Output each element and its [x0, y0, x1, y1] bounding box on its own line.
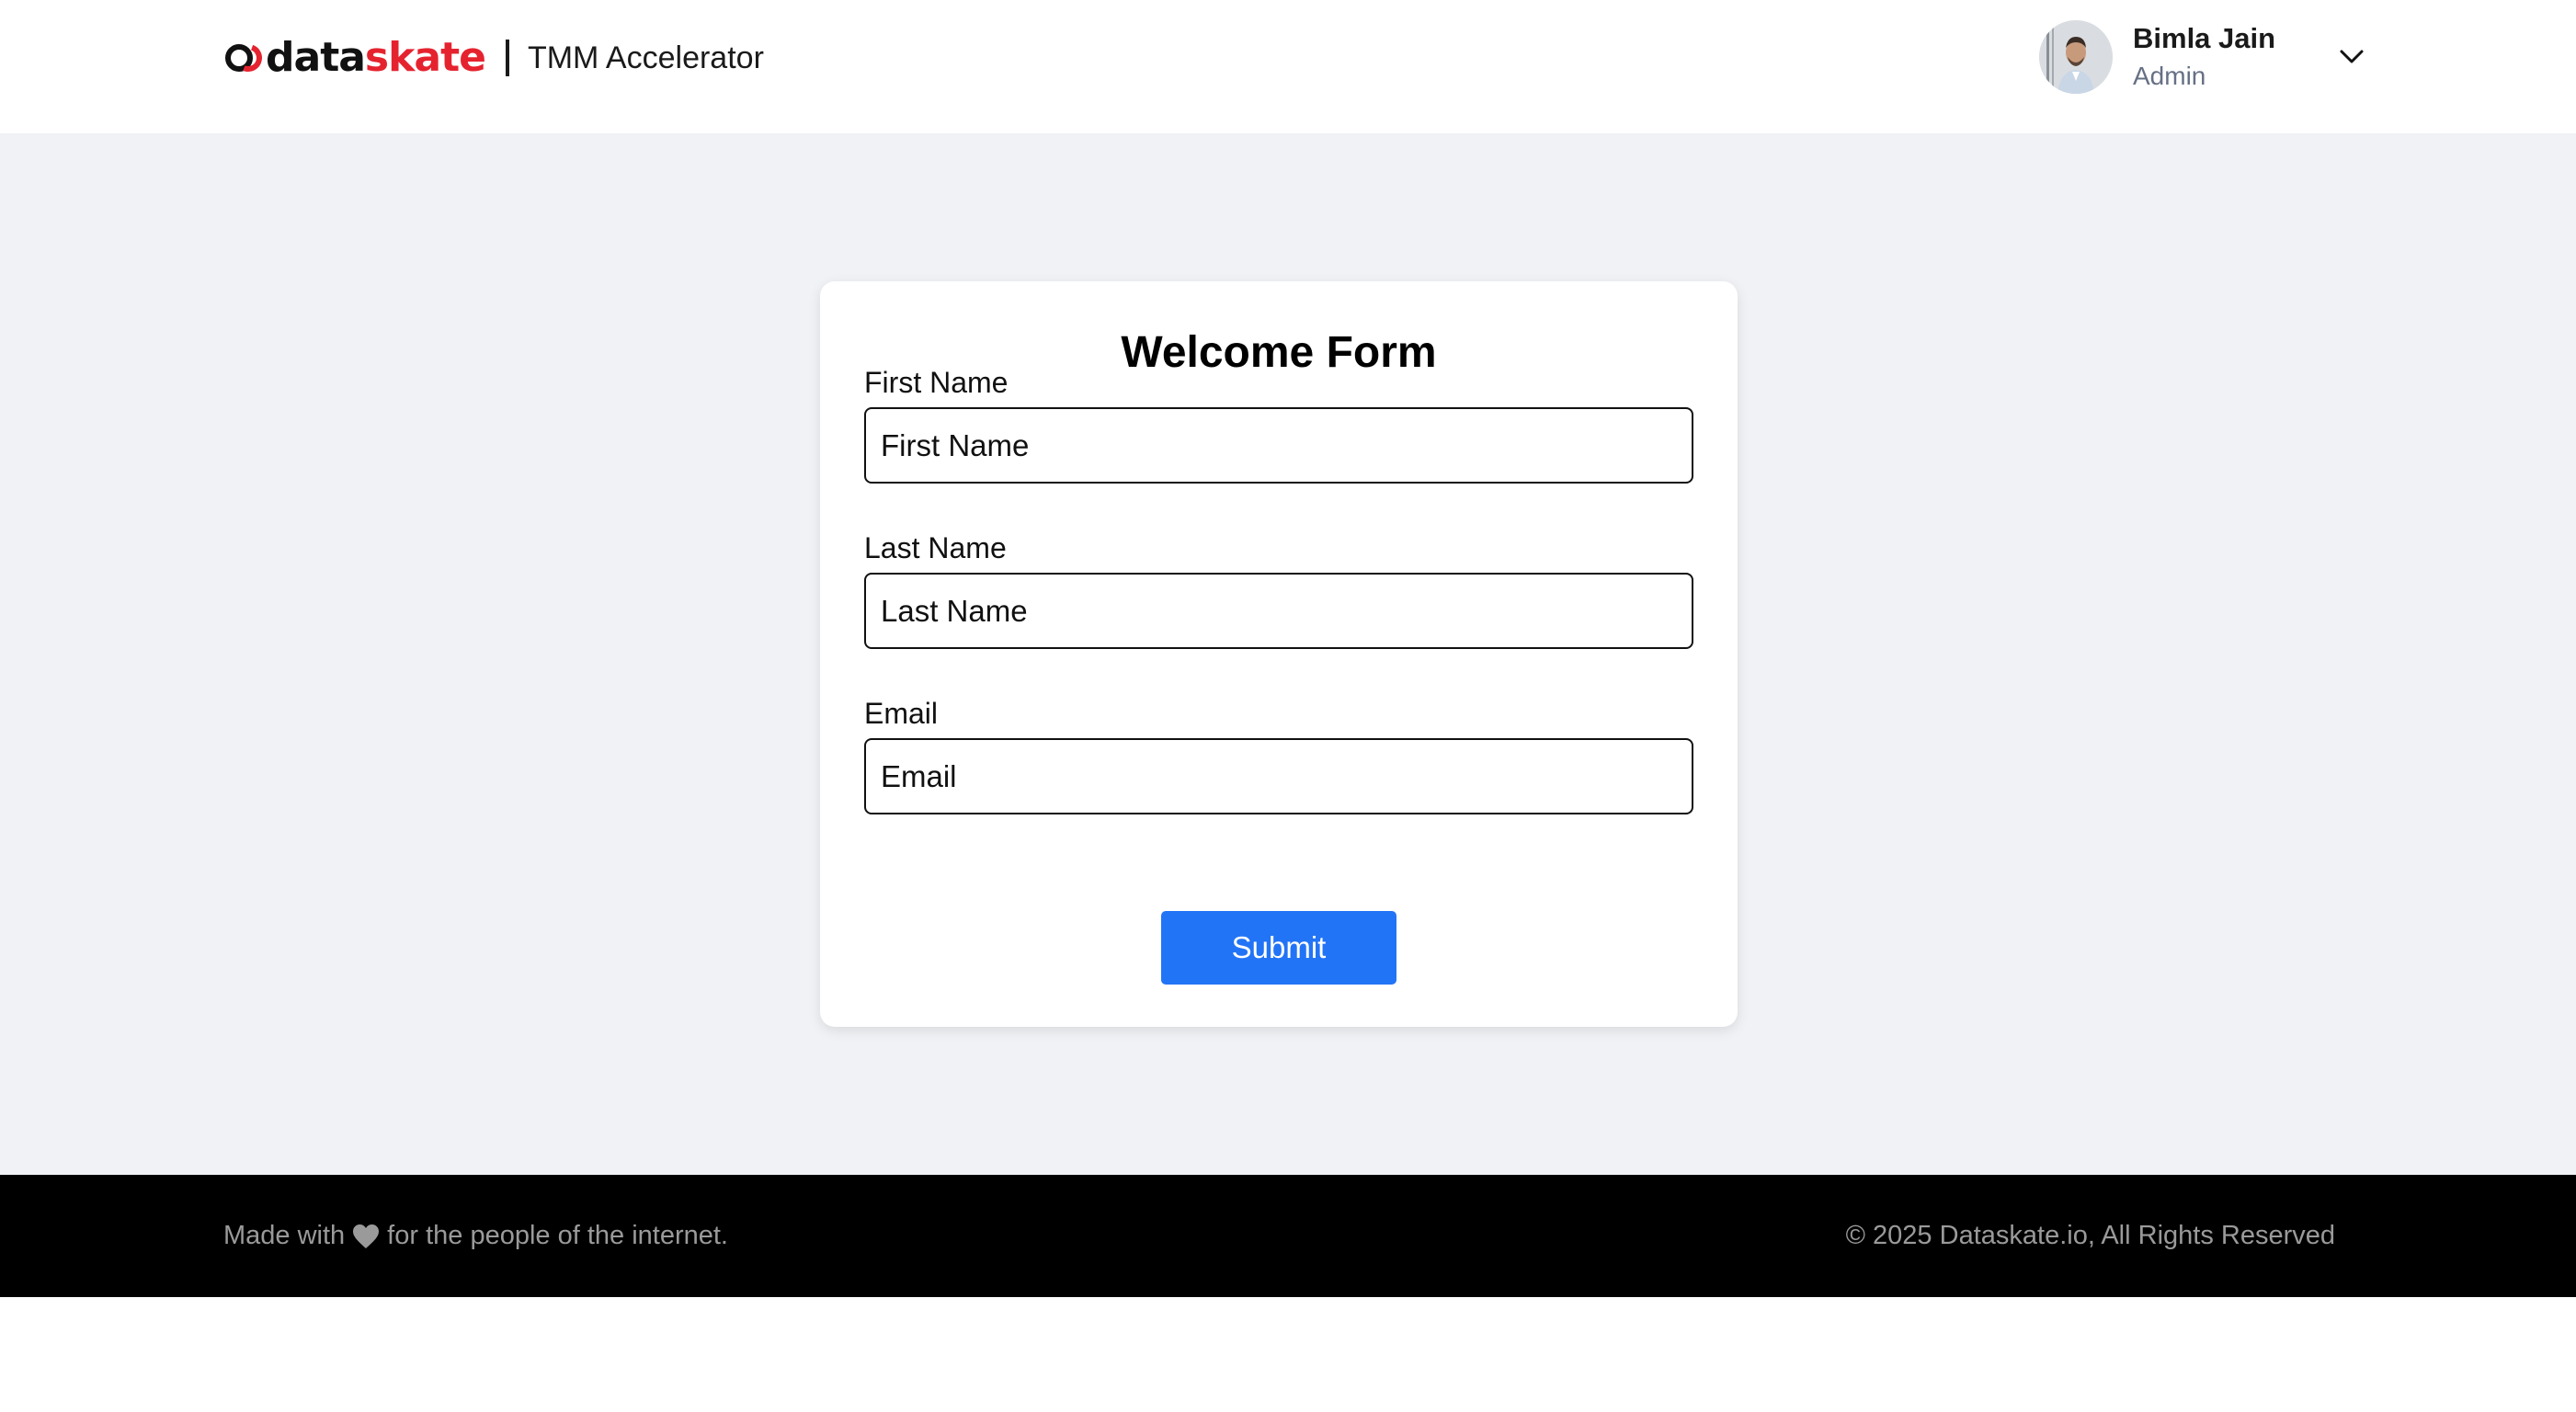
submit-button[interactable]: Submit	[1161, 911, 1396, 985]
welcome-form-card: Welcome Form First Name Last Name Email …	[820, 281, 1738, 1027]
user-name: Bimla Jain	[2133, 22, 2276, 54]
last-name-label: Last Name	[864, 531, 1007, 564]
top-navbar: data skate TMM Accelerator Bimla Jain Ad…	[0, 0, 2576, 133]
dataskate-logo-mark-icon	[225, 44, 262, 72]
first-name-field[interactable]	[864, 407, 1693, 484]
footer-made-with-prefix: Made with	[223, 1221, 346, 1250]
logo-divider	[505, 40, 509, 76]
heart-icon	[353, 1224, 380, 1248]
footer-made-with-suffix: for the people of the internet.	[387, 1221, 728, 1250]
logo-brand-data: data	[266, 34, 366, 81]
first-name-label: First Name	[864, 366, 1009, 399]
chevron-down-icon[interactable]	[2337, 42, 2366, 72]
footer-tagline: Made with for the people of the internet…	[223, 1175, 728, 1297]
user-role: Admin	[2133, 62, 2206, 90]
logo-brand-skate: skate	[364, 34, 486, 81]
footer-copyright: © 2025 Dataskate.io, All Rights Reserved	[1845, 1221, 2335, 1250]
last-name-field[interactable]	[864, 573, 1693, 649]
dataskate-logo[interactable]: data skate TMM Accelerator	[223, 35, 764, 81]
user-avatar-photo	[2039, 20, 2113, 94]
user-info: Bimla Jain Admin	[2133, 21, 2317, 93]
main-content: Welcome Form First Name Last Name Email …	[0, 133, 2576, 1175]
user-menu[interactable]: Bimla Jain Admin	[2039, 19, 2366, 95]
avatar[interactable]	[2039, 20, 2113, 94]
footer: Made with for the people of the internet…	[0, 1175, 2576, 1297]
product-name: TMM Accelerator	[527, 40, 764, 75]
email-label: Email	[864, 697, 939, 730]
email-field[interactable]	[864, 738, 1693, 814]
